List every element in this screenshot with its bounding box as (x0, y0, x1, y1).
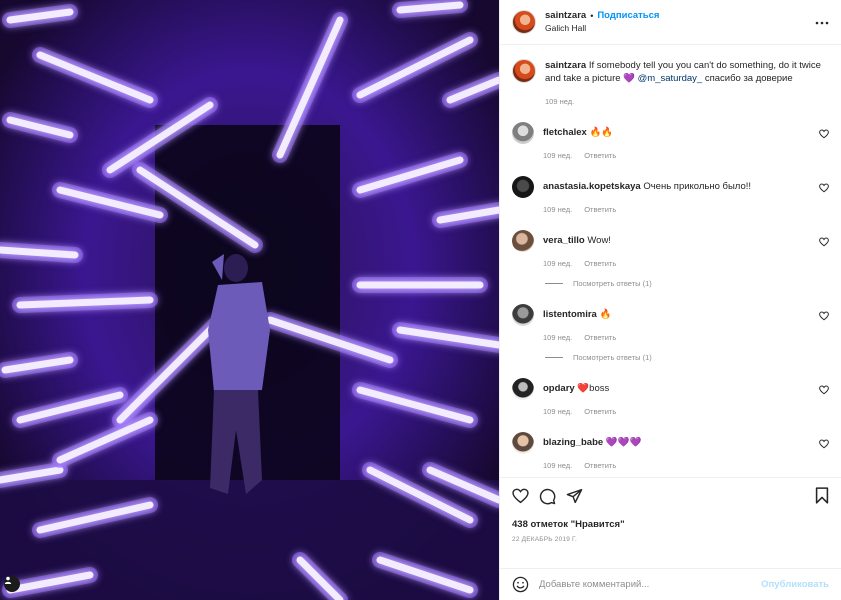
commenter-username[interactable]: anastasia.kopetskaya (543, 181, 641, 192)
author-username[interactable]: saintzara (545, 10, 586, 22)
reply-button[interactable]: Ответить (584, 333, 616, 342)
replies-divider-line (545, 283, 563, 284)
caption-author-avatar[interactable] (512, 59, 536, 83)
comment-time[interactable]: 109 нед. (543, 151, 572, 160)
publish-button[interactable]: Опубликовать (761, 579, 829, 590)
comment-time[interactable]: 109 нед. (543, 205, 572, 214)
comment-item: vera_tillo Wow! 109 нед. Ответить (512, 230, 829, 268)
comment-bubble-icon[interactable] (539, 488, 556, 505)
view-replies-label[interactable]: Посмотреть ответы (1) (573, 279, 652, 288)
comment-text: 🔥🔥 (589, 127, 614, 138)
caption-mention-link[interactable]: @m_saturday_ (638, 73, 703, 84)
caption-username[interactable]: saintzara (545, 60, 586, 71)
comment-time[interactable]: 109 нед. (543, 259, 572, 268)
commenter-username[interactable]: listentomira (543, 309, 597, 320)
comment-text: ❤️boss (577, 383, 610, 394)
post-photo[interactable] (0, 0, 499, 600)
post-caption: saintzara If somebody tell you you can't… (512, 59, 829, 106)
post-header: saintzara • Подписаться Galich Hall (500, 0, 841, 45)
commenter-username[interactable]: opdary (543, 383, 575, 394)
bookmark-save-icon[interactable] (815, 487, 829, 504)
comment-like-icon[interactable] (819, 237, 829, 247)
commenter-avatar[interactable] (512, 432, 534, 454)
replies-divider-line (545, 357, 563, 358)
commenter-avatar[interactable] (512, 230, 534, 252)
comment-item: fletchalex 🔥🔥 109 нед. Ответить (512, 122, 829, 160)
neon-tube (396, 1, 464, 14)
commenter-avatar[interactable] (512, 378, 534, 400)
emoji-smile-icon[interactable] (512, 576, 529, 593)
comments-list[interactable]: saintzara If somebody tell you you can't… (500, 45, 841, 477)
comment-input[interactable] (539, 579, 752, 590)
comment-time[interactable]: 109 нед. (543, 407, 572, 416)
neon-tunnel-image (0, 0, 499, 600)
comment-like-icon[interactable] (819, 183, 829, 193)
follow-button[interactable]: Подписаться (597, 10, 659, 22)
view-replies-label[interactable]: Посмотреть ответы (1) (573, 353, 652, 362)
comment-like-icon[interactable] (819, 129, 829, 139)
comment-time[interactable]: 109 нед. (543, 333, 572, 342)
comment-text: Wow! (587, 235, 611, 246)
comment-item: listentomira 🔥 109 нед. Ответить (512, 304, 829, 342)
comment-item: blazing_babe 💜💜💜 109 нед. Ответить (512, 432, 829, 470)
reply-button[interactable]: Ответить (584, 151, 616, 160)
comment-text: Очень прикольно было!! (643, 181, 752, 192)
caption-suffix: спасибо за доверие (704, 73, 793, 84)
post-location[interactable]: Galich Hall (545, 22, 659, 34)
reply-button[interactable]: Ответить (584, 461, 616, 470)
comment-text: 🔥 (599, 309, 612, 320)
like-heart-icon[interactable] (512, 488, 529, 504)
comment-item: opdary ❤️boss 109 нед. Ответить (512, 378, 829, 416)
reply-button[interactable]: Ответить (584, 259, 616, 268)
share-direct-icon[interactable] (566, 488, 583, 504)
add-comment-form: Опубликовать (500, 568, 841, 600)
view-replies-button[interactable]: Посмотреть ответы (1) (545, 279, 829, 288)
post-details-panel: saintzara • Подписаться Galich Hall sain… (499, 0, 841, 600)
commenter-avatar[interactable] (512, 304, 534, 326)
commenter-username[interactable]: fletchalex (543, 127, 587, 138)
likes-count[interactable]: 438 отметок "Нравится" (512, 519, 829, 530)
view-replies-button[interactable]: Посмотреть ответы (1) (545, 353, 829, 362)
comment-time[interactable]: 109 нед. (543, 461, 572, 470)
neon-tube (0, 246, 79, 259)
caption-time[interactable]: 109 нед. (545, 97, 574, 106)
commenter-username[interactable]: blazing_babe (543, 437, 603, 448)
more-options-icon[interactable] (815, 16, 829, 30)
reply-button[interactable]: Ответить (584, 205, 616, 214)
tagged-users-icon[interactable] (4, 576, 20, 592)
post-date[interactable]: 22 ДЕКАБРЬ 2019 Г. (512, 536, 829, 543)
comment-text: 💜💜💜 (605, 437, 642, 448)
neon-tube (16, 296, 154, 309)
comment-like-icon[interactable] (819, 311, 829, 321)
separator-dot: • (590, 11, 594, 21)
post-actions: 438 отметок "Нравится" 22 ДЕКАБРЬ 2019 Г… (500, 477, 841, 568)
commenter-avatar[interactable] (512, 176, 534, 198)
commenter-avatar[interactable] (512, 122, 534, 144)
comment-like-icon[interactable] (819, 385, 829, 395)
commenter-username[interactable]: vera_tillo (543, 235, 585, 246)
author-avatar[interactable] (512, 10, 536, 34)
comment-item: anastasia.kopetskaya Очень прикольно был… (512, 176, 829, 214)
comment-like-icon[interactable] (819, 439, 829, 449)
reply-button[interactable]: Ответить (584, 407, 616, 416)
